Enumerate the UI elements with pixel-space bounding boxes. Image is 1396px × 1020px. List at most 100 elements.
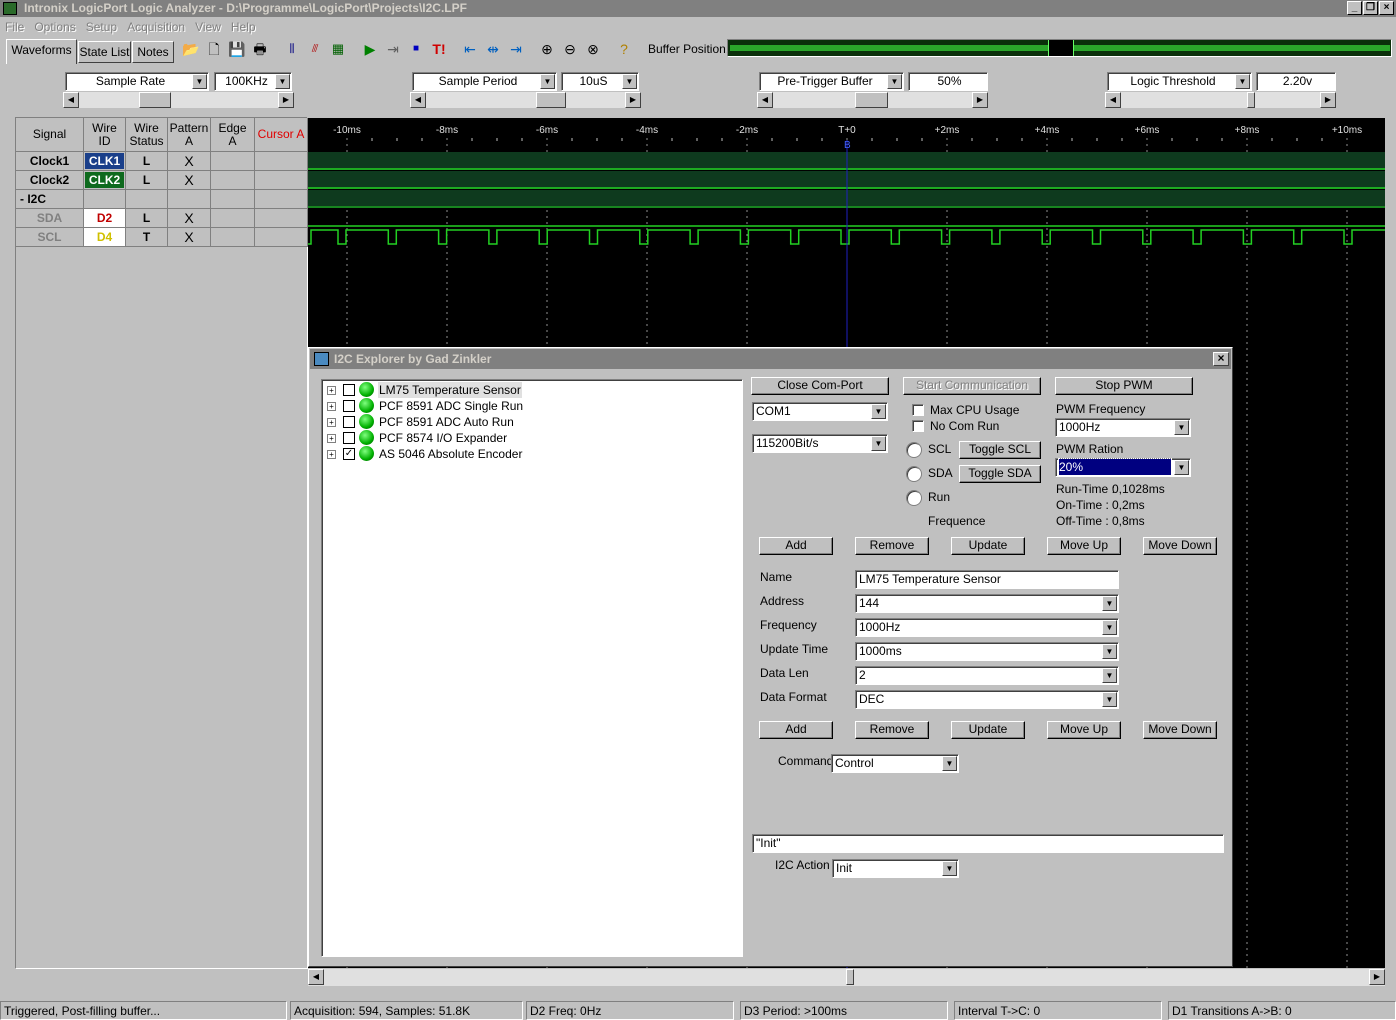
help-icon[interactable]: ? bbox=[614, 39, 634, 59]
restore-button[interactable]: ❐ bbox=[1363, 1, 1378, 15]
com-port-select[interactable]: COM1 ▼ bbox=[752, 402, 888, 421]
pwm-frequency-select[interactable]: 1000Hz ▼ bbox=[1055, 418, 1191, 437]
address-select[interactable]: 144 ▼ bbox=[855, 594, 1119, 613]
tab-notes[interactable]: Notes bbox=[132, 41, 174, 63]
single-run-icon[interactable]: ⇥ bbox=[383, 39, 403, 59]
toggle-sda-button[interactable]: Toggle SDA bbox=[959, 465, 1041, 483]
go-to-end-icon[interactable]: ⇥ bbox=[506, 39, 526, 59]
sample-period-combo[interactable]: 10uS ▼ bbox=[561, 72, 639, 91]
sample-rate-label-combo[interactable]: Sample Rate ▼ bbox=[65, 72, 209, 91]
tab-state-list[interactable]: State List bbox=[78, 41, 131, 63]
expand-icon[interactable]: + bbox=[327, 450, 336, 459]
close-com-port-button[interactable]: Close Com-Port bbox=[751, 377, 889, 395]
wire-id-clk2[interactable]: CLK2 bbox=[84, 171, 126, 190]
run-radio[interactable] bbox=[906, 490, 922, 506]
scroll-left-icon[interactable]: ◀ bbox=[757, 92, 773, 108]
go-to-trigger-icon[interactable]: ⇹ bbox=[483, 39, 503, 59]
toggle-scl-button[interactable]: Toggle SCL bbox=[959, 441, 1041, 459]
max-cpu-usage-checkbox[interactable] bbox=[912, 404, 924, 416]
baud-rate-select[interactable]: 115200Bit/s ▼ bbox=[752, 434, 888, 453]
device-name-pcf8591-auto[interactable]: PCF 8591 ADC Auto Run bbox=[378, 414, 515, 430]
move-up-device-button[interactable]: Move Up bbox=[1047, 537, 1121, 555]
scroll-left-icon[interactable]: ◀ bbox=[1105, 92, 1121, 108]
logic-threshold-label-combo[interactable]: Logic Threshold ▼ bbox=[1107, 72, 1252, 91]
i2c-action-select[interactable]: Init ▼ bbox=[832, 859, 959, 878]
update-device-button[interactable]: Update bbox=[951, 537, 1025, 555]
signal-name-clock1[interactable]: Clock1 bbox=[16, 152, 84, 171]
stop-icon[interactable]: ■ bbox=[406, 39, 426, 59]
run-icon[interactable]: ▶ bbox=[360, 39, 380, 59]
pattern-scl[interactable]: X bbox=[168, 228, 211, 247]
pattern-clock1[interactable]: X bbox=[168, 152, 211, 171]
menu-options[interactable]: Options bbox=[29, 17, 80, 37]
sample-period-slider[interactable]: ◀ ▶ bbox=[410, 92, 641, 108]
slider-thumb[interactable] bbox=[855, 92, 888, 108]
force-trigger-icon[interactable]: T! bbox=[429, 39, 449, 59]
slider-thumb[interactable] bbox=[536, 92, 566, 108]
logic-threshold-value[interactable]: 2.20v bbox=[1256, 72, 1336, 91]
menu-view[interactable]: View bbox=[190, 17, 226, 37]
device-tree[interactable]: + LM75 Temperature Sensor + PCF 8591 ADC S… bbox=[321, 379, 743, 957]
edge-sda[interactable] bbox=[211, 209, 255, 228]
signal-name-scl[interactable]: SCL bbox=[16, 228, 84, 247]
device-name-pcf8574[interactable]: PCF 8574 I/O Expander bbox=[378, 430, 508, 446]
pre-trigger-slider[interactable]: ◀ ▶ bbox=[757, 92, 988, 108]
menu-acquisition[interactable]: Acquisition bbox=[122, 17, 190, 37]
cursor-b-label[interactable]: B bbox=[844, 140, 851, 151]
wire-id-d2[interactable]: D2 bbox=[84, 209, 126, 228]
menu-file[interactable]: File bbox=[0, 17, 29, 37]
scroll-left-icon[interactable]: ◀ bbox=[63, 92, 79, 108]
close-window-button[interactable]: × bbox=[1379, 1, 1394, 15]
pattern-clock2[interactable]: X bbox=[168, 171, 211, 190]
start-communication-button[interactable]: Start Communication bbox=[903, 377, 1041, 395]
pattern-sda[interactable]: X bbox=[168, 209, 211, 228]
logic-threshold-slider[interactable]: ◀ ▶ bbox=[1105, 92, 1336, 108]
name-field[interactable]: LM75 Temperature Sensor bbox=[855, 570, 1119, 589]
no-com-run-checkbox[interactable] bbox=[912, 420, 924, 432]
stop-pwm-button[interactable]: Stop PWM bbox=[1055, 377, 1193, 395]
edge-clock1[interactable] bbox=[211, 152, 255, 171]
signal-name-clock2[interactable]: Clock2 bbox=[16, 171, 84, 190]
update-time-select[interactable]: 1000ms ▼ bbox=[855, 642, 1119, 661]
scroll-right-icon[interactable]: ▶ bbox=[972, 92, 988, 108]
scroll-left-icon[interactable]: ◀ bbox=[410, 92, 426, 108]
go-to-start-icon[interactable]: ⇤ bbox=[460, 39, 480, 59]
zoom-out-icon[interactable]: ⊖ bbox=[560, 39, 580, 59]
expand-icon[interactable]: + bbox=[327, 402, 336, 411]
sample-period-label-combo[interactable]: Sample Period ▼ bbox=[412, 72, 557, 91]
add-command-button[interactable]: Add bbox=[759, 721, 833, 739]
dialog-close-button[interactable]: × bbox=[1213, 352, 1229, 366]
scroll-right-icon[interactable]: ▶ bbox=[625, 92, 641, 108]
command-select[interactable]: Control ▼ bbox=[831, 754, 959, 773]
scl-radio[interactable] bbox=[906, 442, 922, 458]
move-up-command-button[interactable]: Move Up bbox=[1047, 721, 1121, 739]
wire-id-d4[interactable]: D4 bbox=[84, 228, 126, 247]
menu-setup[interactable]: Setup bbox=[81, 17, 122, 37]
trigger-setup-icon[interactable]: ⫻ bbox=[305, 39, 325, 59]
edge-scl[interactable] bbox=[211, 228, 255, 247]
device-checkbox-pcf8574[interactable] bbox=[343, 432, 355, 444]
expand-icon[interactable]: + bbox=[327, 386, 336, 395]
slider-thumb[interactable] bbox=[139, 92, 171, 108]
scroll-right-icon[interactable]: ▶ bbox=[1369, 969, 1385, 985]
scroll-right-icon[interactable]: ▶ bbox=[1320, 92, 1336, 108]
data-format-select[interactable]: DEC ▼ bbox=[855, 690, 1119, 709]
edge-clock2[interactable] bbox=[211, 171, 255, 190]
device-checkbox-pcf8591-single[interactable] bbox=[343, 400, 355, 412]
update-command-button[interactable]: Update bbox=[951, 721, 1025, 739]
device-checkbox-lm75[interactable] bbox=[343, 384, 355, 396]
slider-thumb[interactable] bbox=[1247, 92, 1255, 108]
move-down-device-button[interactable]: Move Down bbox=[1143, 537, 1217, 555]
new-file-icon[interactable]: 🗋 bbox=[204, 39, 224, 59]
pre-trigger-value[interactable]: 50% bbox=[908, 72, 988, 91]
signals-icon[interactable]: ⫼ bbox=[282, 39, 302, 59]
frequency-select[interactable]: 1000Hz ▼ bbox=[855, 618, 1119, 637]
zoom-in-icon[interactable]: ⊕ bbox=[537, 39, 557, 59]
minimize-button[interactable]: _ bbox=[1347, 1, 1362, 15]
scroll-right-icon[interactable]: ▶ bbox=[278, 92, 294, 108]
signal-group-i2c[interactable]: - I2C bbox=[16, 190, 84, 209]
buffer-position-bar[interactable] bbox=[727, 39, 1392, 57]
open-folder-icon[interactable]: 📂 bbox=[181, 39, 201, 59]
device-name-as5046[interactable]: AS 5046 Absolute Encoder bbox=[378, 446, 523, 462]
pwm-ration-select[interactable]: 20% ▼ bbox=[1055, 458, 1191, 477]
